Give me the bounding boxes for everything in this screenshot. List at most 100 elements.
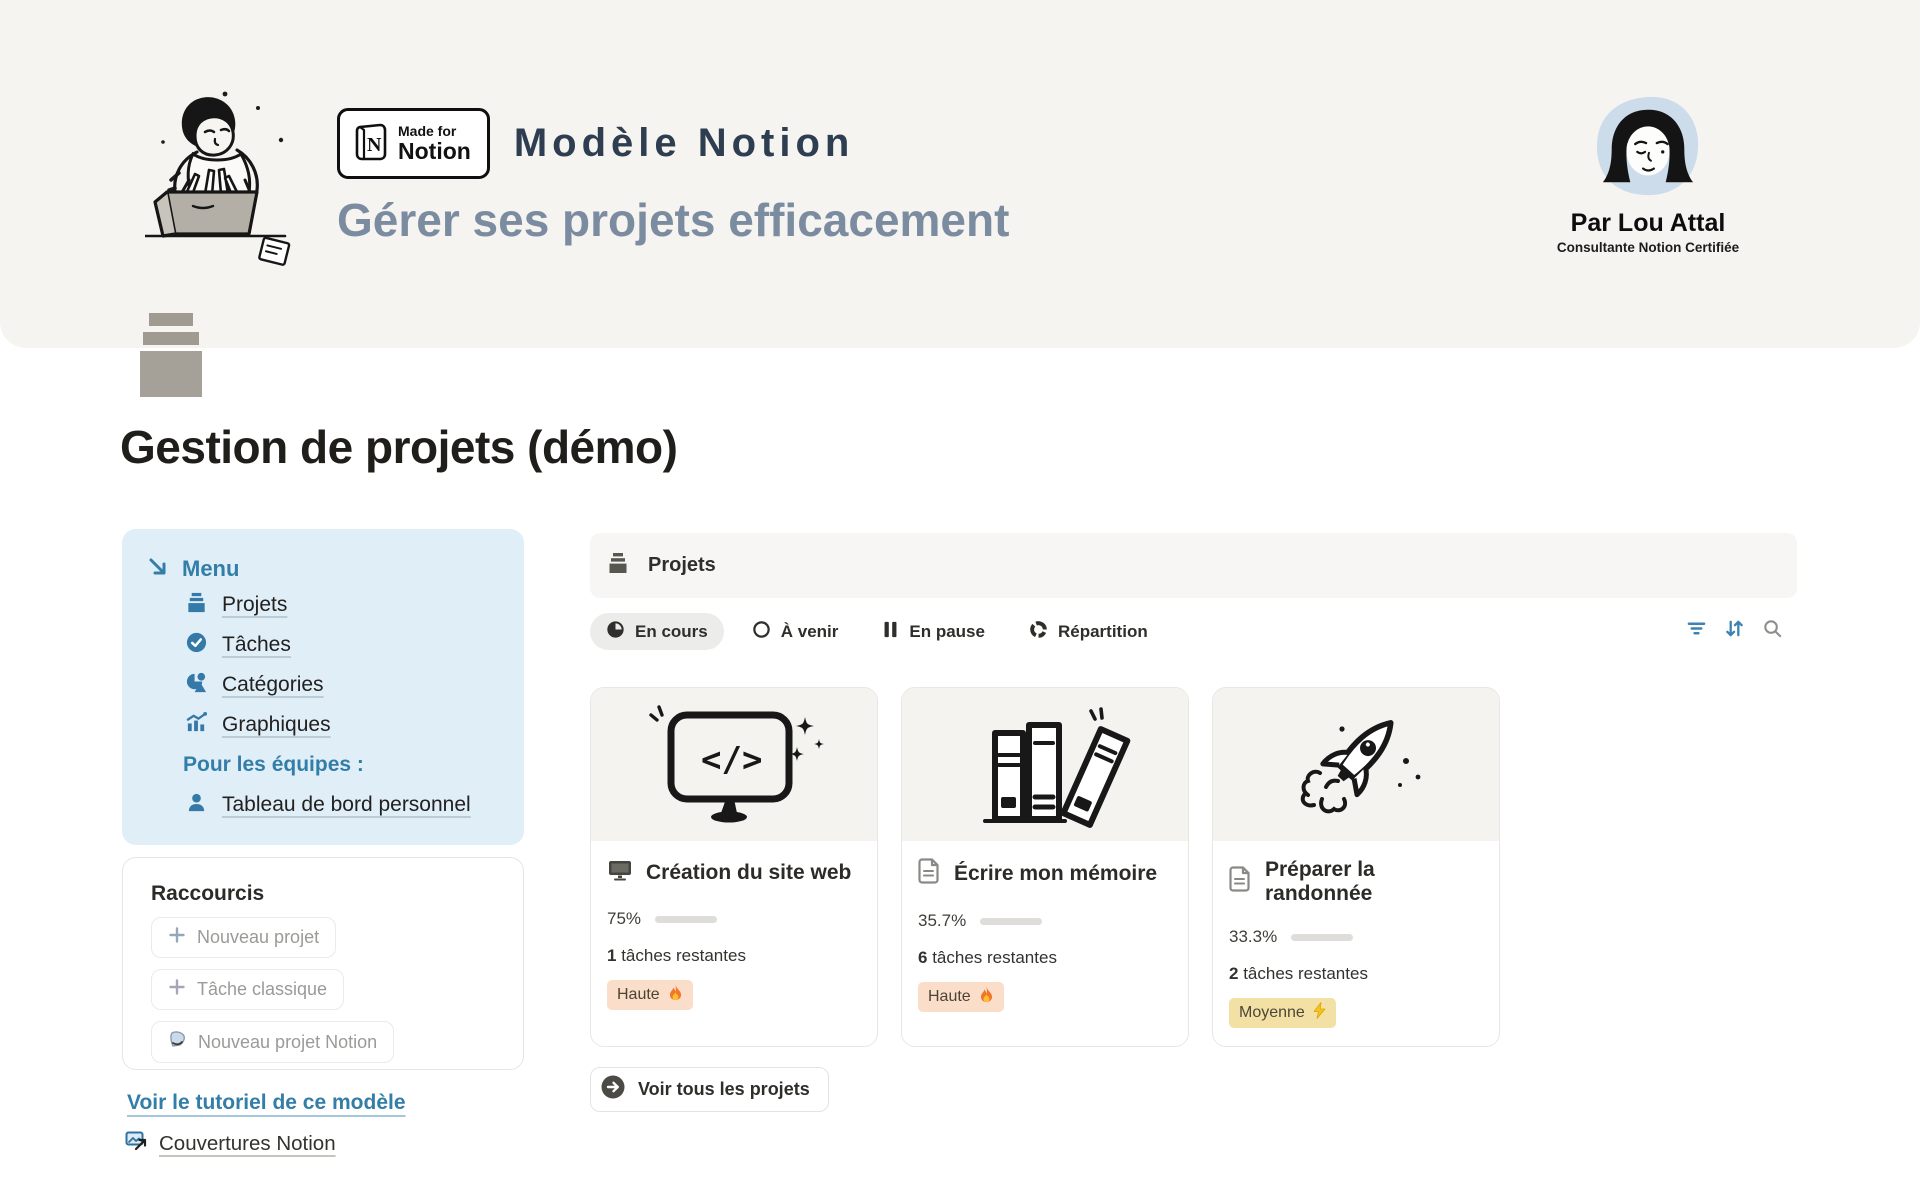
sidebar-item-label[interactable]: Catégories [222, 673, 324, 697]
tasks-label: tâches restantes [1243, 964, 1368, 983]
project-cards: </> [590, 687, 1797, 1047]
image-link-icon [125, 1129, 149, 1158]
view-all-projects-button[interactable]: Voir tous les projets [590, 1067, 829, 1112]
sort-icon[interactable] [1724, 618, 1745, 644]
categories-shapes-icon [185, 671, 208, 699]
distribution-donut-icon [1029, 620, 1048, 644]
priority-tag: Haute [607, 980, 693, 1010]
author-block: Par Lou Attal Consultante Notion Certifi… [1548, 94, 1748, 255]
code-glyph: </> [701, 740, 762, 780]
project-card-randonnee[interactable]: Préparer la randonnée 33.3% 2 tâches res… [1212, 687, 1500, 1047]
notion-mini-icon [168, 1030, 187, 1054]
page-title: Gestion de projets (démo) [120, 420, 677, 474]
cover-banner: N Made for Notion Modèle Notion Gérer se… [0, 0, 1920, 348]
tasks-count: 2 [1229, 964, 1238, 983]
project-card-site-web[interactable]: </> [590, 687, 878, 1047]
new-project-button[interactable]: Nouveau projet [151, 917, 336, 958]
teams-heading: Pour les équipes : [183, 745, 524, 785]
upcoming-circle-icon [752, 620, 771, 644]
projects-panel-header: Projets [590, 533, 1797, 598]
sidebar-item-label[interactable]: Tableau de bord personnel [222, 793, 471, 817]
filter-icon[interactable] [1686, 618, 1707, 644]
page-archive-icon[interactable] [140, 313, 202, 402]
sidebar-item-label[interactable]: Graphiques [222, 713, 331, 737]
tab-label[interactable]: À venir [781, 622, 839, 642]
flame-icon [668, 984, 683, 1006]
tab-label[interactable]: Répartition [1058, 622, 1148, 642]
document-icon [1229, 866, 1252, 898]
main-column: Projets En cours À venir En pause [590, 533, 1797, 1199]
sidebar-item-taches[interactable]: Tâches [185, 625, 524, 665]
archive-icon [606, 551, 630, 580]
books-illustration [902, 688, 1188, 841]
svg-text:N: N [367, 134, 382, 156]
document-icon [918, 858, 941, 890]
banner-titles: N Made for Notion Modèle Notion Gérer se… [337, 108, 1009, 247]
plus-icon [168, 926, 186, 949]
sidebar-item-graphiques[interactable]: Graphiques [185, 705, 524, 745]
sidebar-item-dashboard[interactable]: Tableau de bord personnel [185, 785, 524, 825]
projects-panel-title: Projets [648, 554, 716, 577]
project-card-title[interactable]: Écrire mon mémoire [954, 862, 1157, 886]
flame-icon [979, 986, 994, 1008]
progress-bar [980, 918, 1042, 925]
shortcuts-card: Raccourcis Nouveau projet Tâche classiqu… [122, 857, 524, 1070]
view-all-label: Voir tous les projets [638, 1079, 810, 1100]
classic-task-label: Tâche classique [197, 979, 327, 1000]
charts-icon [185, 711, 208, 739]
covers-link-label[interactable]: Couvertures Notion [159, 1132, 336, 1156]
author-role: Consultante Notion Certifiée [1548, 240, 1748, 255]
pause-icon [882, 620, 899, 644]
tutorial-link[interactable]: Voir le tutoriel de ce modèle [127, 1091, 406, 1115]
tab-en-pause[interactable]: En pause [866, 613, 1001, 650]
tasks-remaining: 1 tâches restantes [607, 946, 861, 966]
project-card-title[interactable]: Création du site web [646, 861, 851, 885]
website-illustration: </> [591, 688, 877, 841]
tasks-count: 6 [918, 948, 927, 967]
tab-a-venir[interactable]: À venir [736, 613, 855, 650]
search-icon[interactable] [1762, 618, 1783, 644]
new-project-label: Nouveau projet [197, 927, 319, 948]
sidebar-item-projets[interactable]: Projets [185, 585, 524, 625]
made-for-notion-badge: N Made for Notion [337, 108, 490, 179]
tasks-check-icon [185, 631, 208, 659]
sidebar-item-label[interactable]: Projets [222, 593, 287, 617]
priority-label: Moyenne [1239, 1004, 1305, 1022]
badge-made-for: Made for [398, 124, 471, 139]
banner-title: Modèle Notion [514, 121, 855, 166]
tab-repartition[interactable]: Répartition [1013, 613, 1164, 650]
banner-subtitle: Gérer ses projets efficacement [337, 193, 1009, 247]
covers-link-row[interactable]: Couvertures Notion [125, 1129, 336, 1158]
notion-page: N Made for Notion Modèle Notion Gérer se… [0, 0, 1920, 1199]
tasks-label: tâches restantes [621, 946, 746, 965]
projects-archive-icon [185, 591, 208, 619]
progress-bar [1291, 934, 1353, 941]
person-archive-illustration [145, 84, 323, 275]
progress-percent: 33.3% [1229, 927, 1277, 947]
progress-bar [655, 916, 717, 923]
classic-task-button[interactable]: Tâche classique [151, 969, 344, 1010]
tasks-remaining: 6 tâches restantes [918, 948, 1172, 968]
project-card-title[interactable]: Préparer la randonnée [1265, 858, 1483, 906]
sidebar-item-label[interactable]: Tâches [222, 633, 291, 657]
tab-label[interactable]: En cours [635, 622, 708, 642]
project-card-memoire[interactable]: Écrire mon mémoire 35.7% 6 tâches restan… [901, 687, 1189, 1047]
notion-logo-icon: N [352, 121, 388, 166]
person-icon [185, 791, 208, 819]
new-notion-project-button[interactable]: Nouveau projet Notion [151, 1021, 394, 1063]
in-progress-pie-icon [606, 620, 625, 644]
badge-notion: Notion [398, 139, 471, 163]
author-name: Par Lou Attal [1548, 209, 1748, 238]
sidebar-item-categories[interactable]: Catégories [185, 665, 524, 705]
tab-label[interactable]: En pause [909, 622, 985, 642]
priority-label: Haute [617, 986, 660, 1004]
projects-tabs: En cours À venir En pause Répartition [590, 613, 1797, 650]
tasks-count: 1 [607, 946, 616, 965]
author-avatar [1589, 185, 1707, 202]
progress-percent: 35.7% [918, 911, 966, 931]
tab-en-cours[interactable]: En cours [590, 613, 724, 650]
priority-tag: Moyenne [1229, 998, 1336, 1028]
progress-percent: 75% [607, 909, 641, 929]
shortcuts-title: Raccourcis [151, 882, 523, 906]
tasks-remaining: 2 tâches restantes [1229, 964, 1483, 984]
